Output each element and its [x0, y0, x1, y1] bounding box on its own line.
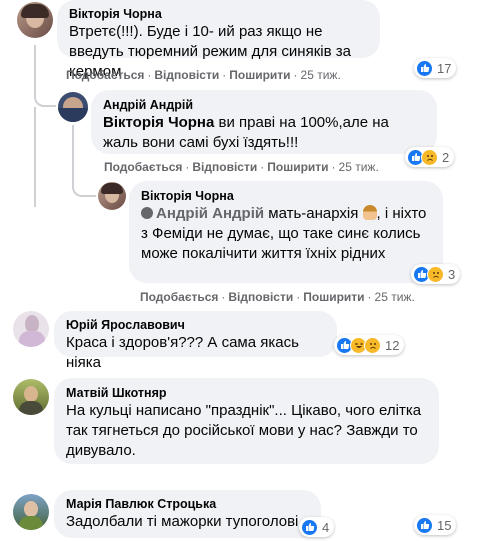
avatar[interactable]: [13, 311, 49, 347]
like-button[interactable]: Подобається: [66, 68, 144, 82]
avatar[interactable]: [58, 92, 88, 122]
comment-text: Краса і здоров'я??? А сама якась ніяка: [66, 334, 299, 371]
reaction-summary[interactable]: 15: [414, 515, 457, 535]
comment-author[interactable]: Матвій Шкотняр: [66, 385, 427, 401]
comment-bubble: Матвій Шкотняр На кульці написано "празд…: [54, 378, 439, 464]
reaction-count: 15: [437, 517, 452, 533]
share-button[interactable]: Поширити: [267, 160, 328, 174]
reaction-count: 2: [442, 149, 450, 165]
avatar[interactable]: [13, 494, 49, 530]
share-button[interactable]: Поширити: [303, 290, 364, 304]
comment-author[interactable]: Марія Павлюк Строцька: [66, 496, 309, 512]
reaction-count: 4: [322, 519, 330, 535]
mention-link[interactable]: Вікторія Чорна: [103, 114, 214, 131]
thread-line: [34, 45, 56, 107]
comment-time[interactable]: 25 тиж.: [375, 290, 415, 304]
comment-text: Андрій Андрій мать-анархія , і ніхто з Ф…: [141, 205, 427, 262]
reaction-count: 3: [448, 266, 456, 282]
verified-badge-icon: [141, 207, 153, 219]
like-icon: [301, 518, 318, 536]
reaction-summary[interactable]: 17: [414, 58, 457, 78]
like-button[interactable]: Подобається: [104, 160, 182, 174]
avatar[interactable]: [98, 182, 126, 210]
comment-author[interactable]: Андрій Андрій: [103, 97, 425, 113]
share-button[interactable]: Поширити: [229, 68, 290, 82]
comment-bubble: Марія Павлюк Строцька Задолбали ті мажор…: [54, 490, 321, 538]
comment-author[interactable]: Юрій Ярославович: [66, 317, 325, 333]
comment-text: Задолбали ті мажорки тупоголові: [66, 513, 299, 530]
comment-author[interactable]: Вікторія Чорна: [141, 188, 431, 204]
like-button[interactable]: Подобається: [140, 290, 218, 304]
comment-text: Вікторія Чорна ви праві на 100%,але на ж…: [103, 114, 389, 151]
reaction-summary[interactable]: 3: [411, 264, 461, 284]
reaction-summary[interactable]: 4: [299, 517, 335, 537]
reply-button[interactable]: Відповісти: [154, 68, 219, 82]
reaction-summary[interactable]: 2: [405, 147, 455, 167]
avatar[interactable]: [17, 2, 53, 38]
sad-icon: [427, 265, 444, 283]
comment-actions: Подобається · Відповісти · Поширити · 25 тиж.: [66, 68, 341, 82]
comment-bubble: Юрій Ярославович Краса і здоров'я??? А с…: [54, 311, 337, 371]
comment-bubble: Вікторія Чорна Андрій Андрій мать-анархі…: [129, 181, 443, 283]
comment-bubble: Андрій Андрій Вікторія Чорна ви праві на…: [91, 90, 437, 154]
like-icon: [416, 59, 433, 77]
person-emoji-icon: [362, 205, 377, 220]
reaction-summary[interactable]: 12: [334, 335, 405, 355]
like-icon: [416, 516, 433, 534]
thread-line: [34, 107, 36, 207]
mention-link[interactable]: Андрій Андрій: [156, 205, 264, 222]
comment-actions: Подобається · Відповісти · Поширити · 25 тиж.: [140, 290, 415, 304]
comment-bubble: Вікторія Чорна Втретє(!!!). Буде і 10- и…: [57, 0, 380, 80]
reply-button[interactable]: Відповісти: [192, 160, 257, 174]
avatar[interactable]: [13, 379, 49, 415]
comment-author[interactable]: Вікторія Чорна: [69, 6, 368, 22]
reaction-count: 17: [437, 60, 452, 76]
sad-icon: [364, 336, 381, 354]
reply-button[interactable]: Відповісти: [228, 290, 293, 304]
comment-time[interactable]: 25 тиж.: [339, 160, 379, 174]
reaction-count: 12: [385, 337, 400, 353]
comment-time[interactable]: 25 тиж.: [301, 68, 341, 82]
comment-text: На кульці написано "празднік"... Цікаво,…: [66, 402, 422, 459]
comment-actions: Подобається · Відповісти · Поширити · 25 тиж.: [104, 160, 379, 174]
sad-icon: [421, 148, 438, 166]
